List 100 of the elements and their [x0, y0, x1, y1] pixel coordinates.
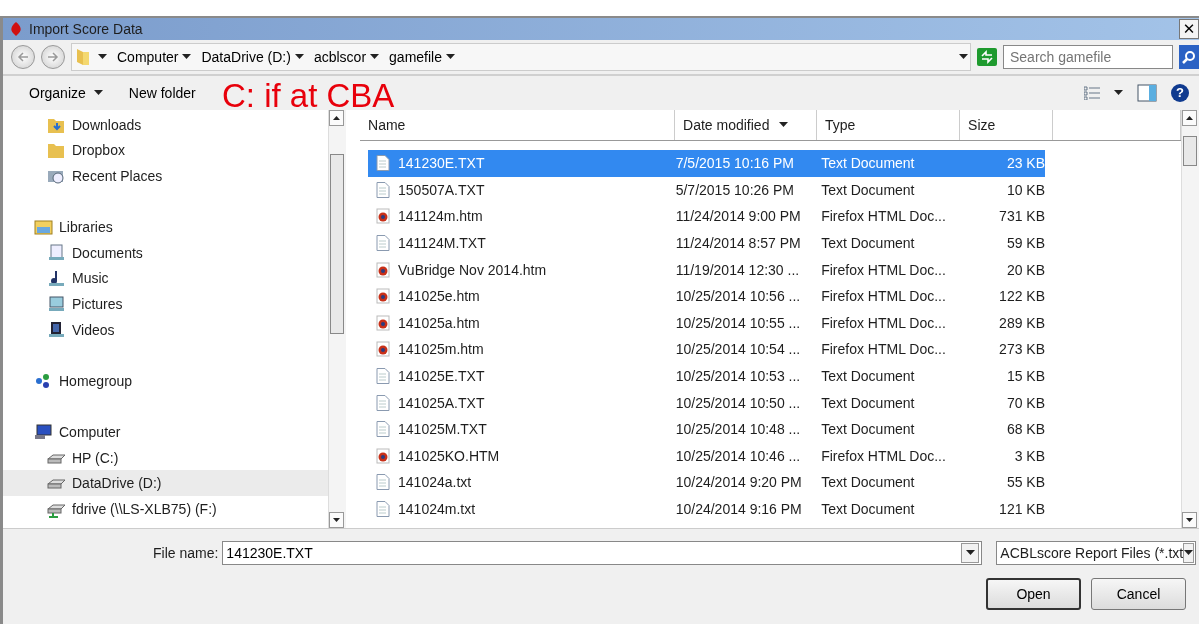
file-row[interactable]: 141124m.htm 11/24/2014 9:00 PM Firefox HTML Doc... 731 KB	[368, 203, 1046, 230]
sidebar-item[interactable]: HP (C:)	[3, 444, 329, 471]
file-row[interactable]: 150507A.TXT 5/7/2015 10:26 PM Text Document 10 KB	[368, 176, 1046, 204]
caret-icon	[1184, 550, 1194, 556]
sidebar-item[interactable]: DataDrive (D:)	[3, 470, 329, 496]
file-type-dropdown[interactable]: ACBLscore Report Files (*.txt	[996, 541, 1197, 565]
caret-icon	[93, 90, 103, 96]
down-arrow-icon[interactable]	[1186, 518, 1194, 522]
refresh-icon[interactable]	[977, 48, 997, 66]
caret-icon	[779, 122, 789, 128]
column-header[interactable]: Size	[960, 110, 1054, 140]
file-row[interactable]: 141025m.htm 10/25/2014 10:54 ... Firefox HTML Doc... 273 KB	[368, 336, 1046, 363]
file-row[interactable]: 141024m.txt 10/24/2014 9:16 PM Text Document 121 KB	[368, 495, 1046, 523]
file-type: Text Document	[820, 421, 916, 438]
file-row[interactable]: 141025KO.HTM 10/25/2014 10:46 ... Firefox HTML Doc... 3 KB	[368, 442, 1046, 470]
file-name: 141025E.TXT	[398, 368, 485, 385]
sidebar-item[interactable]: Homegroup	[3, 367, 329, 394]
dropdown-button[interactable]	[961, 543, 980, 563]
down-arrow-icon[interactable]	[333, 518, 341, 522]
history-dropdown-button[interactable]	[957, 54, 970, 60]
document-icon	[376, 181, 391, 198]
sidebar-item[interactable]: Computer	[3, 419, 329, 445]
file-size: 70 KB	[1005, 394, 1046, 411]
scrollbar[interactable]	[328, 110, 347, 528]
file-name: 141024a.txt	[398, 474, 472, 491]
menu-button[interactable]: Organize	[21, 81, 111, 105]
file-type: Text Document	[820, 394, 916, 411]
sidebar-item[interactable]: fdrive (\\LS-XLB75) (F:)	[3, 495, 329, 522]
file-row[interactable]: 141025A.TXT 10/25/2014 10:50 ... Text Document 70 KB	[368, 389, 1046, 416]
sidebar-item[interactable]: Recent Places	[3, 163, 329, 189]
file-row[interactable]: 141024a.txt 10/24/2014 9:20 PM Text Document 55 KB	[368, 469, 1046, 496]
dialog-button[interactable]: Open	[986, 578, 1081, 610]
file-name: 141025A.TXT	[398, 394, 485, 411]
caret-icon	[965, 550, 975, 556]
folder-icon	[47, 141, 66, 160]
scroll-thumb[interactable]	[1183, 136, 1198, 166]
scroll-thumb[interactable]	[330, 154, 345, 334]
address-bar[interactable]: Computer DataDrive (D:) acblscor gamefile	[71, 43, 971, 71]
file-type: Firefox HTML Doc...	[820, 208, 947, 225]
document-icon	[376, 474, 391, 491]
file-row[interactable]: 141025E.TXT 10/25/2014 10:53 ... Text Document 15 KB	[368, 362, 1046, 390]
document-icon	[376, 235, 391, 252]
breadcrumb-button[interactable]: Computer	[115, 49, 194, 65]
file-size: 10 KB	[1005, 181, 1046, 198]
help-button[interactable]: ?	[1171, 84, 1189, 102]
file-row[interactable]: 141230E.TXT 7/5/2015 10:16 PM Text Document 23 KB	[368, 150, 1046, 177]
file-size: 122 KB	[998, 288, 1046, 305]
file-name: 141124M.TXT	[398, 235, 486, 252]
up-arrow-icon[interactable]	[333, 116, 341, 120]
file-name: 141024m.txt	[398, 501, 476, 517]
view-list-icon[interactable]	[1084, 86, 1100, 100]
breadcrumb-button[interactable]: gamefile	[387, 49, 457, 65]
breadcrumb-button[interactable]: DataDrive (D:)	[199, 49, 306, 65]
file-date: 10/24/2014 9:16 PM	[674, 501, 803, 517]
sidebar-item[interactable]: Music	[3, 265, 329, 292]
file-row[interactable]: 141124M.TXT 11/24/2014 8:57 PM Text Document 59 KB	[368, 229, 1046, 257]
document-icon	[376, 155, 391, 172]
file-row[interactable]: VuBridge Nov 2014.htm 11/19/2014 12:30 ... Firefox HTML Doc... 20 KB	[368, 256, 1046, 283]
close-button[interactable]: ✕	[1179, 19, 1199, 39]
sidebar-item[interactable]: Libraries	[3, 214, 329, 240]
column-header[interactable]: Type	[817, 110, 961, 140]
sidebar-item[interactable]: Documents	[3, 239, 329, 266]
sidebar-item[interactable]: Videos	[3, 316, 329, 343]
file-size: 731 KB	[998, 208, 1046, 225]
column-header[interactable]: Name	[360, 110, 676, 140]
preview-pane-icon[interactable]	[1137, 84, 1157, 102]
search-button[interactable]	[1179, 45, 1199, 69]
sidebar-item[interactable]: Dropbox	[3, 137, 329, 164]
file-date: 7/5/2015 10:16 PM	[674, 155, 795, 172]
file-row[interactable]: 141025a.htm 10/25/2014 10:55 ... Firefox HTML Doc... 289 KB	[368, 309, 1046, 337]
file-name: 141025e.htm	[398, 288, 480, 305]
file-row[interactable]: 141025e.htm 10/25/2014 10:56 ... Firefox HTML Doc... 122 KB	[368, 282, 1046, 310]
file-name-field[interactable]: 141230E.TXT	[222, 541, 983, 565]
folder-icon	[76, 48, 90, 66]
toolbar-button[interactable]: New folder	[120, 81, 204, 105]
column-header[interactable]: Date modified	[675, 110, 818, 140]
breadcrumb-button[interactable]: acblscor	[311, 49, 382, 65]
search-field[interactable]: Search gamefile	[1003, 45, 1173, 69]
file-date: 10/24/2014 9:20 PM	[674, 474, 803, 491]
up-arrow-icon[interactable]	[1186, 116, 1194, 120]
document-icon	[376, 501, 391, 517]
scrollbar[interactable]	[1181, 110, 1199, 528]
file-type: Firefox HTML Doc...	[820, 288, 947, 305]
caret-icon	[370, 54, 380, 60]
file-name: 141025m.htm	[398, 341, 484, 358]
caret-icon	[446, 54, 455, 60]
file-type: Text Document	[820, 368, 916, 385]
caret-icon	[294, 54, 304, 60]
file-type: Text Document	[820, 181, 916, 198]
file-row[interactable]: 141025M.TXT 10/25/2014 10:48 ... Text Document 68 KB	[368, 415, 1046, 443]
sidebar-item[interactable]: Pictures	[3, 291, 329, 317]
left-arrow-icon	[17, 52, 29, 62]
file-size: 23 KB	[1005, 155, 1046, 172]
dialog-button[interactable]: Cancel	[1091, 578, 1186, 610]
breadcrumb-button[interactable]	[96, 54, 109, 60]
file-name: 150507A.TXT	[398, 181, 485, 198]
document-icon	[376, 394, 391, 411]
sidebar-item[interactable]: Downloads	[3, 112, 329, 138]
forward-button[interactable]	[41, 45, 65, 69]
back-button[interactable]	[11, 45, 35, 69]
